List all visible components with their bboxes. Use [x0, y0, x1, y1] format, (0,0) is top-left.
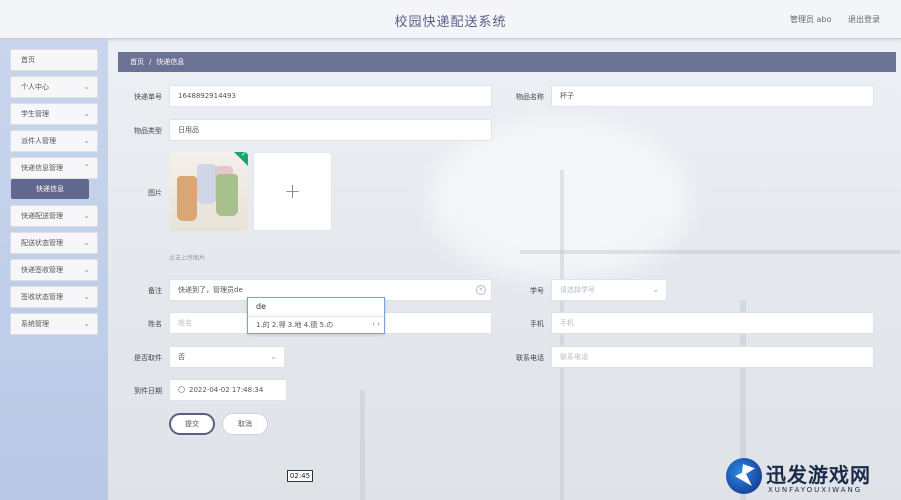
- sidebar-item-students[interactable]: 学生管理 ⌄: [10, 103, 98, 125]
- ime-candidate-popup: de 1.的 2.得 3.地 4.德 5.の ‹ ›: [247, 297, 385, 334]
- chevron-down-icon: ⌄: [270, 352, 277, 361]
- tracking-no-label: 快递单号: [134, 93, 162, 101]
- background-decor: [360, 390, 365, 500]
- arrival-date-picker[interactable]: 2022-04-02 17:48:34: [169, 379, 287, 401]
- sidebar-item-system[interactable]: 系统管理 ⌄: [10, 313, 98, 335]
- breadcrumb-home[interactable]: 首页: [130, 58, 144, 66]
- sidebar-subitem-parcel-info[interactable]: 快递信息: [11, 179, 89, 199]
- arrival-date-label: 到件日期: [134, 387, 162, 395]
- phone-label: 手机: [530, 320, 544, 328]
- tracking-no-field[interactable]: 1648892914493: [169, 85, 492, 107]
- chevron-down-icon: ⌄: [83, 211, 90, 220]
- top-bar: 校园快递配送系统 管理员 abo 退出登录: [0, 0, 901, 39]
- sidebar-item-home[interactable]: 首页: [10, 49, 98, 71]
- chevron-down-icon: ⌄: [83, 238, 90, 247]
- image-label: 图片: [148, 189, 162, 197]
- breadcrumb: 首页 / 快递信息: [118, 52, 896, 72]
- ime-candidates[interactable]: 1.的 2.得 3.地 4.德 5.の: [248, 316, 384, 333]
- submit-button[interactable]: 提交: [169, 413, 215, 435]
- upload-hint: 点击上传图片: [169, 255, 206, 262]
- ime-composition: de: [256, 302, 266, 311]
- chevron-up-icon: ⌃: [83, 163, 90, 172]
- watermark-logo: [726, 458, 762, 494]
- sidebar-item-parcel-info[interactable]: 快递信息管理 ⌃: [10, 157, 98, 179]
- remark-label: 备注: [148, 287, 162, 295]
- background-decor: [560, 170, 564, 500]
- cup-image: [197, 164, 216, 204]
- check-icon: ✓: [241, 152, 247, 158]
- contact-phone-field[interactable]: 联系电话: [551, 346, 874, 368]
- admin-label: 管理员 abo: [790, 15, 832, 24]
- name-label: 姓名: [148, 320, 162, 328]
- chevron-down-icon: ⌄: [83, 292, 90, 301]
- sidebar-item-couriers[interactable]: 派件人管理 ⌄: [10, 130, 98, 152]
- clock-icon: [178, 386, 185, 393]
- remark-value: 快递到了，管理员de: [178, 286, 243, 294]
- item-type-field[interactable]: 日用品: [169, 119, 492, 141]
- item-name-label: 物品名称: [516, 93, 544, 101]
- watermark-subtitle: XUNFAYOUXIWANG: [768, 486, 863, 494]
- upload-image-button[interactable]: +: [253, 152, 332, 231]
- item-type-label: 物品类型: [134, 127, 162, 135]
- sidebar-item-signoff[interactable]: 快递签收管理 ⌄: [10, 259, 98, 281]
- sidebar-item-label: 学生管理: [21, 110, 49, 118]
- sidebar-item-label: 签收状态管理: [21, 293, 63, 301]
- sidebar-item-profile[interactable]: 个人中心 ⌄: [10, 76, 98, 98]
- sidebar-item-label: 配送状态管理: [21, 239, 63, 247]
- student-no-select[interactable]: 请选择学号 ⌄: [551, 279, 667, 301]
- student-no-placeholder: 请选择学号: [560, 286, 595, 294]
- watermark-title: 迅发游戏网: [766, 463, 871, 487]
- sidebar-item-delivery-status[interactable]: 配送状态管理 ⌄: [10, 232, 98, 254]
- chevron-down-icon: ⌄: [83, 265, 90, 274]
- clear-icon[interactable]: ×: [476, 285, 486, 295]
- sidebar-item-label: 系统管理: [21, 320, 49, 328]
- arrival-date-value: 2022-04-02 17:48:34: [189, 386, 264, 394]
- ime-page-arrows[interactable]: ‹ ›: [372, 316, 380, 332]
- sidebar-item-delivery[interactable]: 快递配送管理 ⌄: [10, 205, 98, 227]
- chevron-down-icon: ⌄: [652, 285, 659, 294]
- sidebar-item-signoff-status[interactable]: 签收状态管理 ⌄: [10, 286, 98, 308]
- logout-link[interactable]: 退出登录: [848, 14, 880, 25]
- cup-image: [177, 176, 197, 221]
- item-name-field[interactable]: 杯子: [551, 85, 874, 107]
- chevron-down-icon: ⌄: [83, 319, 90, 328]
- sidebar-item-label: 个人中心: [21, 83, 49, 91]
- chevron-down-icon: ⌄: [83, 136, 90, 145]
- picked-up-value: 否: [178, 353, 185, 361]
- watermark: 迅发游戏网 XUNFAYOUXIWANG: [722, 458, 897, 498]
- uploaded-image-thumbnail[interactable]: ✓: [169, 152, 248, 231]
- sidebar-item-label: 派件人管理: [21, 137, 56, 145]
- app-title: 校园快递配送系统: [394, 15, 507, 30]
- picked-up-select[interactable]: 否 ⌄: [169, 346, 285, 368]
- student-no-label: 学号: [530, 287, 544, 295]
- cancel-button[interactable]: 取消: [222, 413, 268, 435]
- sidebar-item-label: 快递签收管理: [21, 266, 63, 274]
- chevron-down-icon: ⌄: [83, 109, 90, 118]
- sidebar-item-label: 首页: [21, 56, 35, 64]
- time-tooltip: 02:45: [287, 470, 313, 482]
- sidebar-item-label: 快递信息管理: [21, 164, 63, 172]
- phone-field[interactable]: 手机: [551, 312, 874, 334]
- cup-image: [216, 174, 238, 216]
- background-decor: [520, 250, 900, 254]
- breadcrumb-current: 快递信息: [156, 58, 185, 66]
- sidebar-item-label: 快递配送管理: [21, 212, 63, 220]
- contact-phone-label: 联系电话: [516, 354, 544, 362]
- chevron-down-icon: ⌄: [83, 82, 90, 91]
- breadcrumb-separator: /: [149, 58, 152, 66]
- picked-up-label: 是否取件: [134, 354, 162, 362]
